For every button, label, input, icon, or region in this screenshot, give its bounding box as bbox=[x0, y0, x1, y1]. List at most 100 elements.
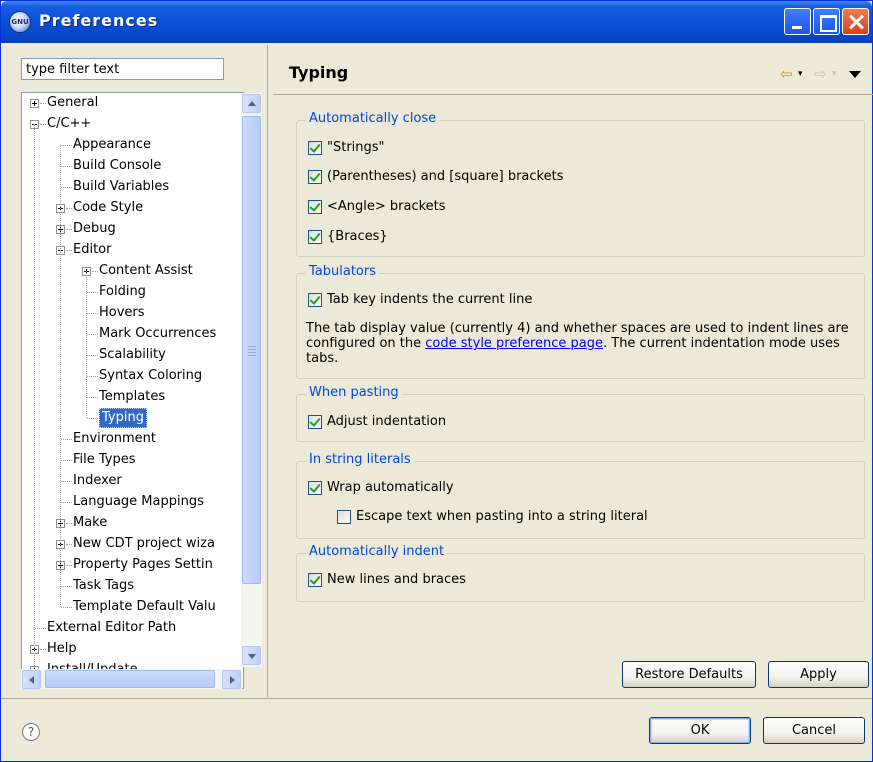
scroll-down-button[interactable] bbox=[242, 646, 261, 665]
group-when-pasting: When pasting Adjust indentation bbox=[296, 385, 865, 442]
arrow-right-icon bbox=[230, 676, 235, 684]
group-title: When pasting bbox=[306, 385, 402, 401]
tabulators-description: The tab display value (currently 4) and … bbox=[306, 321, 856, 366]
tree-item-label: Property Pages Settin bbox=[73, 557, 213, 572]
braces-checkbox[interactable] bbox=[308, 230, 322, 244]
tree-item[interactable]: File Types bbox=[22, 450, 243, 470]
title-bar[interactable]: GNU Preferences bbox=[1, 1, 872, 43]
apply-button[interactable]: Apply bbox=[768, 661, 869, 688]
app-icon: GNU bbox=[9, 11, 31, 33]
forward-arrow-icon[interactable]: ⇨ bbox=[814, 65, 827, 83]
tree-item[interactable]: Templates bbox=[22, 387, 243, 407]
tree-item[interactable]: Build Variables bbox=[22, 177, 243, 197]
group-title: Tabulators bbox=[306, 264, 379, 280]
tree-item[interactable]: Content Assist bbox=[22, 261, 243, 281]
tree-item-label: Code Style bbox=[73, 200, 144, 215]
forward-dropdown-icon[interactable]: ▾ bbox=[832, 69, 837, 79]
tree-item-label: Environment bbox=[73, 431, 157, 446]
tree-item[interactable]: Task Tags bbox=[22, 576, 243, 596]
tab-indent-label: Tab key indents the current line bbox=[327, 292, 533, 307]
close-button[interactable] bbox=[842, 8, 869, 35]
restore-defaults-button[interactable]: Restore Defaults bbox=[622, 661, 756, 688]
tree-item-label: Syntax Coloring bbox=[99, 368, 203, 383]
tree-item-label: General bbox=[47, 95, 99, 110]
tree-item[interactable]: Build Console bbox=[22, 156, 243, 176]
filter-input[interactable] bbox=[21, 58, 224, 80]
tree-item[interactable]: Code Style bbox=[22, 198, 243, 218]
escape-text-label: Escape text when pasting into a string l… bbox=[356, 509, 648, 524]
escape-text-checkbox[interactable] bbox=[337, 510, 351, 524]
cancel-button[interactable]: Cancel bbox=[763, 717, 865, 744]
parentheses-checkbox[interactable] bbox=[308, 170, 322, 184]
adjust-indentation-label: Adjust indentation bbox=[327, 414, 447, 429]
preference-tree: General C/C++ Appearance Build Console Build… bbox=[21, 92, 244, 689]
group-title: Automatically indent bbox=[306, 544, 448, 560]
tree-item-label: Content Assist bbox=[99, 263, 193, 278]
tab-indent-checkbox[interactable] bbox=[308, 293, 322, 307]
scroll-thumb[interactable] bbox=[242, 116, 261, 584]
strings-checkbox[interactable] bbox=[308, 141, 322, 155]
angle-brackets-checkbox[interactable] bbox=[308, 200, 322, 214]
view-menu-icon[interactable] bbox=[849, 71, 861, 78]
tree-item[interactable]: Folding bbox=[22, 282, 243, 302]
scroll-right-button[interactable] bbox=[222, 670, 241, 689]
tree-item[interactable]: Mark Occurrences bbox=[22, 324, 243, 344]
tree-item[interactable]: Help bbox=[22, 639, 243, 659]
wrap-automatically-checkbox[interactable] bbox=[308, 481, 322, 495]
tree-item[interactable]: Property Pages Settin bbox=[22, 555, 243, 575]
maximize-button[interactable] bbox=[813, 8, 840, 35]
tree-item[interactable]: Editor bbox=[22, 240, 243, 260]
tree-item-label: Scalability bbox=[99, 347, 166, 362]
header-separator bbox=[273, 94, 873, 95]
tree-item-label: Build Console bbox=[73, 158, 162, 173]
tree-item[interactable]: Typing bbox=[22, 408, 243, 428]
tree-item-label: Hovers bbox=[99, 305, 145, 320]
new-lines-braces-label: New lines and braces bbox=[327, 572, 466, 587]
tree-vertical-scrollbar[interactable] bbox=[241, 93, 262, 667]
tree-item-label: Task Tags bbox=[73, 578, 134, 593]
tree-item[interactable]: Make bbox=[22, 513, 243, 533]
window-title: Preferences bbox=[39, 11, 159, 30]
tree-item[interactable]: External Editor Path bbox=[22, 618, 243, 638]
tree-item[interactable]: Indexer bbox=[22, 471, 243, 491]
tree-item[interactable]: Debug bbox=[22, 219, 243, 239]
tree-item-label: Templates bbox=[99, 389, 166, 404]
tree-item[interactable]: Language Mappings bbox=[22, 492, 243, 512]
expand-icon[interactable] bbox=[30, 99, 39, 108]
panel-splitter[interactable] bbox=[267, 45, 268, 697]
back-dropdown-icon[interactable]: ▾ bbox=[798, 69, 803, 79]
help-icon[interactable]: ? bbox=[22, 723, 40, 741]
tree-item[interactable]: Syntax Coloring bbox=[22, 366, 243, 386]
new-lines-braces-checkbox[interactable] bbox=[308, 573, 322, 587]
minimize-button[interactable] bbox=[784, 8, 811, 35]
group-title: In string literals bbox=[306, 452, 414, 468]
tree-item[interactable]: Scalability bbox=[22, 345, 243, 365]
tree-horizontal-scrollbar[interactable] bbox=[21, 669, 242, 689]
tree-item-label: Language Mappings bbox=[73, 494, 204, 509]
arrow-left-icon bbox=[29, 676, 34, 684]
scroll-left-button[interactable] bbox=[22, 670, 41, 689]
tree-item-label: Indexer bbox=[73, 473, 122, 488]
tree-item[interactable]: Environment bbox=[22, 429, 243, 449]
tree-item[interactable]: Template Default Valu bbox=[22, 597, 243, 617]
angle-brackets-label: <Angle> brackets bbox=[327, 199, 446, 214]
code-style-link[interactable]: code style preference page bbox=[425, 336, 603, 351]
dialog-separator bbox=[1, 698, 872, 699]
tree-item-label: Make bbox=[73, 515, 108, 530]
page-title: Typing bbox=[289, 63, 349, 82]
group-automatically-indent: Automatically indent New lines and brace… bbox=[296, 544, 865, 602]
adjust-indentation-checkbox[interactable] bbox=[308, 415, 322, 429]
tree-item[interactable]: C/C++ bbox=[22, 114, 243, 134]
back-arrow-icon[interactable]: ⇦ bbox=[780, 65, 793, 83]
horizontal-scroll-thumb[interactable] bbox=[45, 670, 215, 688]
tree-item[interactable]: New CDT project wiza bbox=[22, 534, 243, 554]
parentheses-label: (Parentheses) and [square] brackets bbox=[327, 169, 564, 184]
tree-item-label: Debug bbox=[73, 221, 116, 236]
ok-button[interactable]: OK bbox=[649, 717, 751, 744]
tree-item[interactable]: General bbox=[22, 93, 243, 113]
tree-item-label: Template Default Valu bbox=[73, 599, 216, 614]
strings-label: "Strings" bbox=[327, 140, 385, 155]
tree-item[interactable]: Hovers bbox=[22, 303, 243, 323]
tree-item[interactable]: Appearance bbox=[22, 135, 243, 155]
scroll-up-button[interactable] bbox=[242, 94, 261, 113]
